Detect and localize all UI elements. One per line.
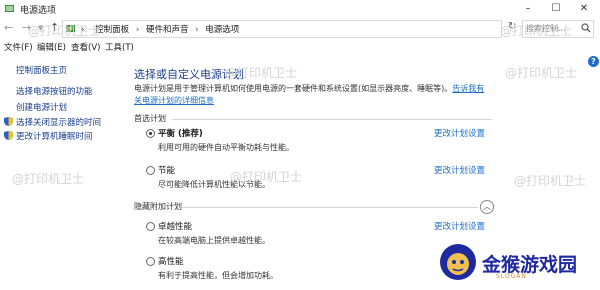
divider: [182, 207, 478, 208]
logo-slogan: SLOGAN: [496, 273, 527, 280]
menu-file[interactable]: 文件(F): [4, 41, 33, 53]
address-bar[interactable]: › 控制面板 › 硬件和声音 › 电源选项 ▼: [62, 20, 557, 38]
plan-name-power-saver[interactable]: 节能: [158, 164, 175, 176]
breadcrumb: › 控制面板 › 硬件和声音 › 电源选项: [81, 23, 239, 35]
hidden-plans-heading: 隐藏附加计划: [134, 202, 182, 211]
page-description: 电源计划是用于管理计算机如何使用电源的一套硬件和系统设置(如显示器亮度、睡眠等)…: [134, 83, 490, 107]
preferred-plans-heading: 首选计划: [134, 114, 166, 123]
back-button[interactable]: ←: [4, 21, 13, 34]
title-bar: 电源选项 – ☐ ✕: [0, 0, 600, 18]
sidebar-item-display-off[interactable]: 选择关闭显示器的时间: [16, 116, 101, 128]
watermark: @打印机卫士: [12, 172, 85, 186]
maximize-button[interactable]: ☐: [544, 0, 568, 18]
watermark: @打印机卫士: [505, 66, 578, 80]
menu-view[interactable]: 查看(V): [71, 41, 100, 53]
change-plan-settings-ultimate[interactable]: 更改计划设置: [434, 220, 485, 232]
radio-balanced[interactable]: [146, 129, 155, 138]
breadcrumb-power-options[interactable]: 电源选项: [205, 25, 239, 35]
sidebar-item-create-plan[interactable]: 创建电源计划: [16, 101, 67, 113]
close-button[interactable]: ✕: [572, 0, 596, 18]
shield-icon: [4, 117, 13, 126]
collapse-chevron-icon[interactable]: ︿: [480, 200, 494, 214]
plan-name-balanced[interactable]: 平衡 (推荐): [158, 127, 203, 139]
power-options-icon: [5, 5, 14, 12]
description-text: 电源计划是用于管理计算机如何使用电源的一套硬件和系统设置(如显示器亮度、睡眠等)…: [134, 84, 453, 93]
watermark: @打印机卫士: [225, 66, 298, 80]
watermark: @打印机卫士: [28, 24, 101, 38]
menu-edit[interactable]: 编辑(E): [37, 41, 66, 53]
sidebar-item-power-button[interactable]: 选择电源按钮的功能: [16, 85, 93, 97]
sidebar-item-sleep-time[interactable]: 更改计算机睡眠时间: [16, 130, 93, 142]
watermark: @打印机卫士: [230, 170, 303, 184]
shield-icon: [4, 131, 13, 140]
minimize-button[interactable]: –: [516, 0, 540, 18]
plan-name-ultimate-performance[interactable]: 卓越性能: [158, 220, 192, 232]
sidebar-item-control-panel-home[interactable]: 控制面板主页: [16, 64, 67, 76]
watermark: @打印机卫士: [500, 24, 573, 38]
monkey-logo-icon: [440, 244, 476, 280]
divider: [172, 119, 492, 120]
plan-desc-balanced: 利用可用的硬件自动平衡功耗与性能。: [158, 143, 294, 152]
radio-power-saver[interactable]: [146, 166, 155, 175]
menu-bar: 文件(F) 编辑(E) 查看(V) 工具(T): [0, 40, 600, 54]
plan-desc-high-performance: 有利于提高性能，但会增加功耗。: [158, 271, 278, 280]
radio-high-performance[interactable]: [146, 257, 155, 266]
breadcrumb-control-panel[interactable]: 控制面板: [95, 25, 129, 35]
plan-name-high-performance[interactable]: 高性能: [158, 255, 184, 267]
help-icon[interactable]: ?: [588, 56, 599, 67]
radio-ultimate-performance[interactable]: [146, 222, 155, 231]
breadcrumb-hardware-sound[interactable]: 硬件和声音: [146, 25, 189, 35]
change-plan-settings-balanced[interactable]: 更改计划设置: [434, 127, 485, 139]
plan-desc-ultimate-performance: 在较高端电脑上提供卓越性能。: [158, 236, 270, 245]
search-icon[interactable]: [581, 23, 591, 33]
change-plan-settings-power-saver[interactable]: 更改计划设置: [434, 164, 485, 176]
watermark: @打印机卫士: [514, 174, 587, 188]
breadcrumb-separator-icon: ›: [135, 25, 140, 35]
window-title: 电源选项: [20, 6, 57, 16]
site-logo: 金猴游戏园 SLOGAN: [438, 240, 598, 286]
menu-tools[interactable]: 工具(T): [105, 41, 134, 53]
breadcrumb-separator-icon: ›: [195, 25, 199, 35]
